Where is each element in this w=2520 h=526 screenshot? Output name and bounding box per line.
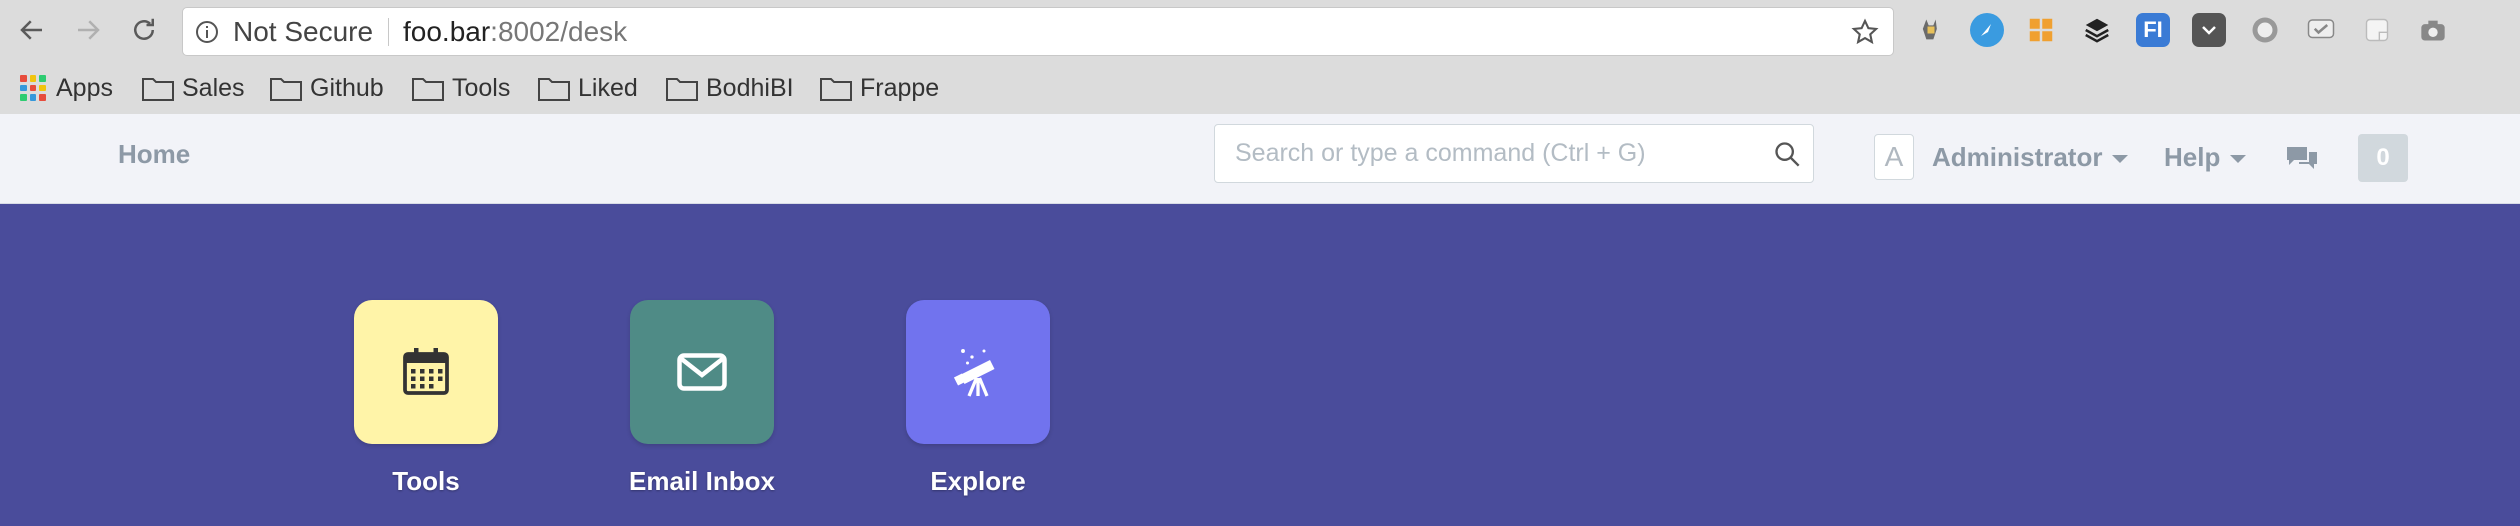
notification-badge[interactable]: 0 bbox=[2358, 134, 2408, 182]
module-tile[interactable] bbox=[354, 300, 498, 444]
bookmark-sales[interactable]: Sales bbox=[142, 70, 245, 106]
user-name: Administrator bbox=[1932, 142, 2103, 172]
folder-icon bbox=[538, 78, 570, 101]
apps-grid-icon bbox=[20, 75, 46, 101]
search-box[interactable] bbox=[1214, 124, 1814, 183]
avatar[interactable]: A bbox=[1874, 134, 1914, 180]
omnibox-divider bbox=[388, 18, 389, 46]
help-menu[interactable]: Help bbox=[2164, 136, 2247, 178]
forward-arrow-icon bbox=[78, 20, 100, 40]
pocket-icon[interactable] bbox=[2192, 13, 2226, 47]
browser-chrome: Not Secure foo.bar:8002/desk FI Apps Sal… bbox=[0, 0, 2520, 114]
url-text[interactable]: foo.bar:8002/desk bbox=[403, 8, 627, 55]
bookmarks-bar: Apps Sales Github Tools Liked BodhiBI Fr… bbox=[0, 62, 2520, 114]
bookmark-apps[interactable]: Apps bbox=[20, 70, 113, 106]
bookmark-label: BodhiBI bbox=[706, 73, 794, 102]
app-navbar: Home A Administrator Help 0 bbox=[0, 114, 2520, 204]
calendar-icon bbox=[403, 348, 449, 395]
chat-check-icon[interactable] bbox=[2304, 13, 2338, 47]
search-icon[interactable] bbox=[1773, 140, 1801, 168]
telescope-icon bbox=[953, 349, 995, 397]
bookmark-tools[interactable]: Tools bbox=[412, 70, 510, 106]
back-arrow-icon bbox=[20, 20, 42, 40]
browser-toolbar: Not Secure foo.bar:8002/desk FI bbox=[0, 0, 2520, 62]
bookmark-github[interactable]: Github bbox=[270, 70, 384, 106]
back-button[interactable] bbox=[12, 10, 52, 50]
bookmark-label: Liked bbox=[578, 73, 638, 102]
chat-icon[interactable] bbox=[2285, 144, 2319, 174]
camera-icon[interactable] bbox=[2416, 13, 2450, 47]
bat-icon[interactable] bbox=[1914, 13, 1948, 47]
chevron-down-icon bbox=[2112, 155, 2129, 164]
chevron-down-icon bbox=[2230, 155, 2247, 164]
module-tile[interactable] bbox=[630, 300, 774, 444]
module-label[interactable]: Email Inbox bbox=[602, 466, 802, 497]
bookmark-label: Github bbox=[310, 73, 384, 102]
bookmark-label: Frappe bbox=[860, 73, 940, 102]
forward-button[interactable] bbox=[68, 10, 108, 50]
module-email-inbox[interactable]: Email Inbox bbox=[602, 300, 802, 497]
layers-icon[interactable] bbox=[2080, 13, 2114, 47]
address-bar[interactable]: Not Secure foo.bar:8002/desk bbox=[182, 7, 1894, 56]
folder-icon bbox=[820, 78, 852, 101]
fi-icon[interactable]: FI bbox=[2136, 13, 2170, 47]
search-input[interactable] bbox=[1215, 125, 1755, 182]
bookmark-bodhibi[interactable]: BodhiBI bbox=[666, 70, 794, 106]
folder-icon bbox=[142, 78, 174, 101]
boxes-icon[interactable] bbox=[2024, 13, 2058, 47]
bookmark-label: Tools bbox=[452, 73, 511, 102]
home-link[interactable]: Home bbox=[118, 114, 190, 194]
bookmark-star-icon[interactable] bbox=[1851, 18, 1879, 46]
note-icon[interactable] bbox=[2360, 13, 2394, 47]
reload-button[interactable] bbox=[124, 10, 164, 50]
module-label[interactable]: Explore bbox=[878, 466, 1078, 497]
folder-icon bbox=[412, 78, 444, 101]
module-tile[interactable] bbox=[906, 300, 1050, 444]
user-menu[interactable]: Administrator bbox=[1932, 136, 2129, 178]
security-label: Not Secure bbox=[233, 16, 374, 47]
folder-icon bbox=[270, 78, 302, 101]
bookmark-label: Apps bbox=[56, 73, 113, 102]
url-host: foo.bar bbox=[403, 16, 491, 47]
bookmark-label: Sales bbox=[182, 73, 245, 102]
module-explore[interactable]: Explore bbox=[878, 300, 1078, 497]
url-path: :8002/desk bbox=[490, 16, 628, 47]
compass-icon[interactable] bbox=[1970, 13, 2004, 47]
envelope-icon bbox=[677, 353, 727, 391]
bookmark-liked[interactable]: Liked bbox=[538, 70, 638, 106]
reload-icon bbox=[134, 18, 154, 40]
help-label: Help bbox=[2164, 142, 2221, 172]
folder-icon bbox=[666, 78, 698, 101]
circle-icon[interactable] bbox=[2248, 13, 2282, 47]
info-icon[interactable] bbox=[195, 20, 219, 44]
module-label[interactable]: Tools bbox=[326, 466, 526, 497]
bookmark-frappe[interactable]: Frappe bbox=[820, 70, 939, 106]
module-tools[interactable]: Tools bbox=[326, 300, 526, 497]
